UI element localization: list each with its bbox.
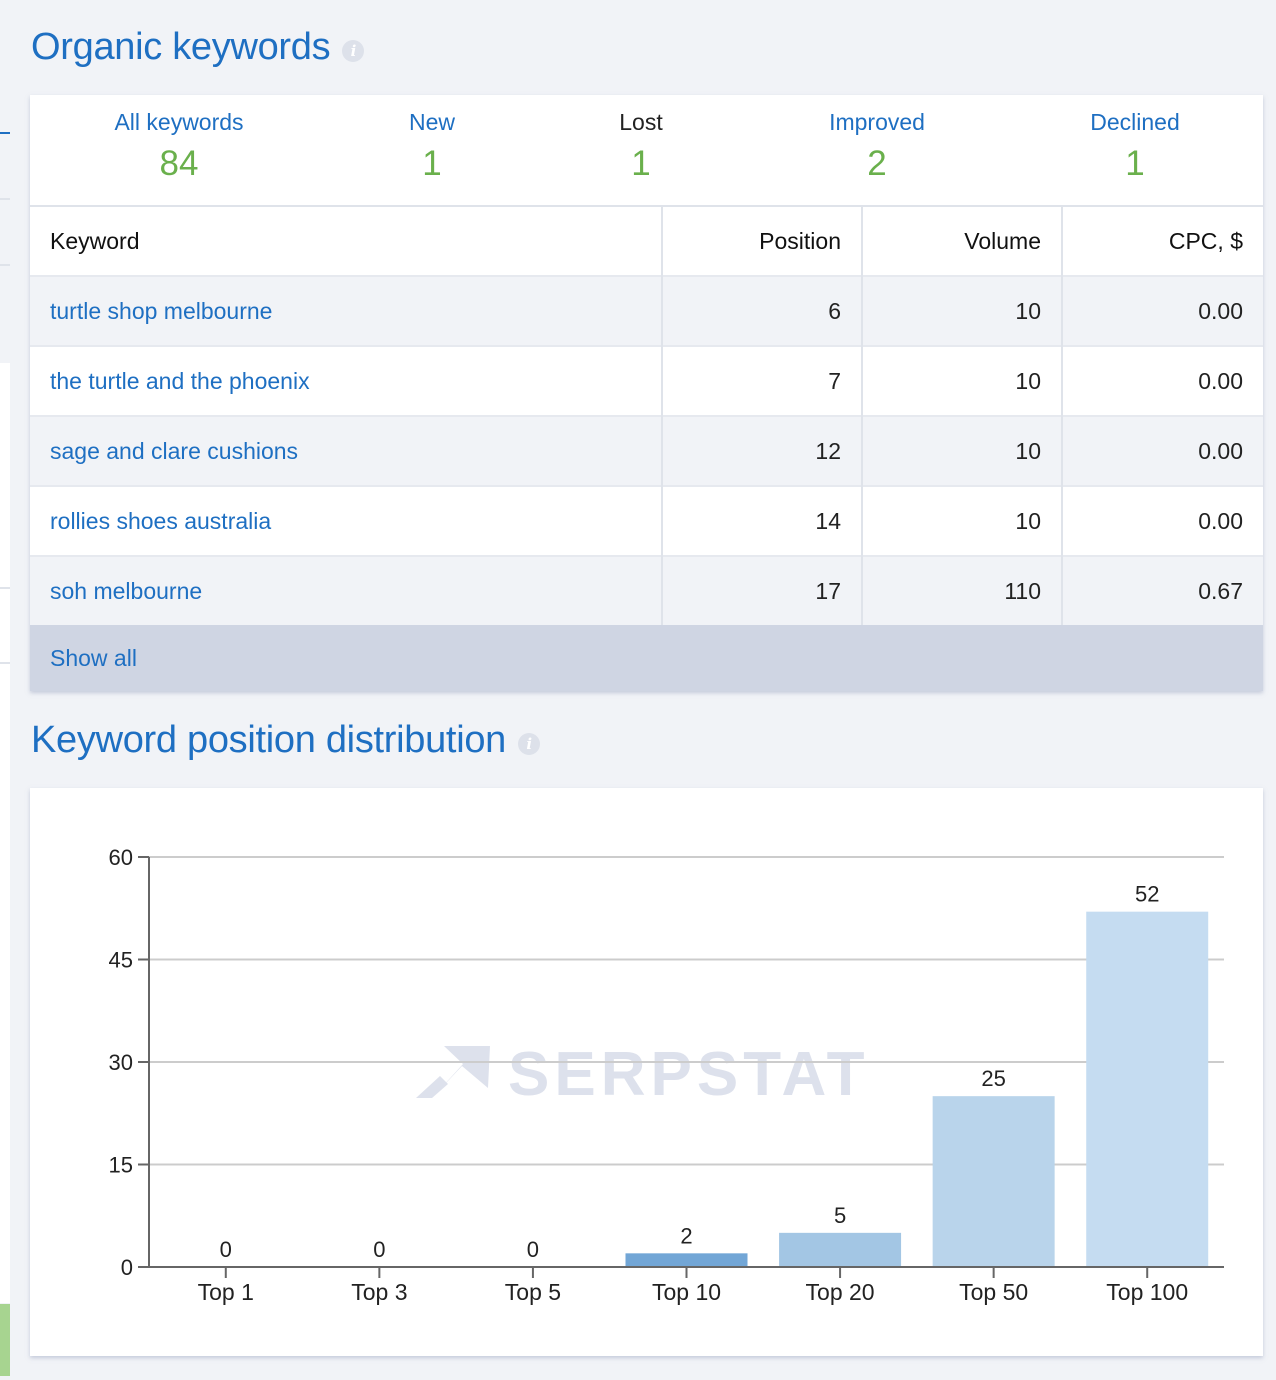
position-cell: 12 <box>662 415 863 486</box>
summary-lost[interactable]: Lost 1 <box>619 109 662 184</box>
keyword-link[interactable]: turtle shop melbourne <box>30 275 663 346</box>
summary-new[interactable]: New 1 <box>409 109 455 184</box>
watermark-text: SERPSTAT <box>508 1040 870 1109</box>
data-label: 2 <box>680 1223 692 1248</box>
position-cell: 6 <box>662 275 863 346</box>
x-tick-label: Top 10 <box>652 1279 721 1305</box>
data-label: 52 <box>1135 882 1159 907</box>
cpc-cell: 0.67 <box>1062 555 1263 625</box>
position-distribution-chart: SERPSTAT 0153045600Top 10Top 30Top 52Top… <box>109 845 1224 1305</box>
bar-top-50[interactable] <box>932 1096 1055 1267</box>
position-distribution-card: SERPSTAT 0 15 30 45 60 0 Top 1 0 Top 3 0 Top 5 2 Top… <box>30 788 1263 1356</box>
y-tick-label: 15 <box>109 1153 133 1178</box>
volume-cell: 10 <box>862 415 1063 486</box>
bar-top-10[interactable] <box>625 1253 748 1267</box>
summary-declined[interactable]: Declined 1 <box>1090 109 1180 184</box>
keyword-link[interactable]: rollies shoes australia <box>30 485 663 556</box>
bar-top-20[interactable] <box>779 1232 902 1267</box>
volume-cell: 10 <box>862 275 1063 346</box>
cpc-cell: 0.00 <box>1062 415 1263 486</box>
table-row: sage and clare cushions 12 10 0.00 <box>30 415 1263 486</box>
volume-cell: 10 <box>862 485 1063 556</box>
serpstat-logo-icon <box>416 1046 490 1098</box>
data-label: 0 <box>373 1237 385 1262</box>
bar-top-100[interactable] <box>1086 911 1209 1267</box>
table-row: soh melbourne 17 110 0.67 <box>30 555 1263 625</box>
sidebar-active-indicator <box>0 132 10 134</box>
sidebar-green-block <box>0 1304 10 1376</box>
column-header-cpc[interactable]: CPC, $ <box>1062 207 1263 276</box>
column-header-keyword[interactable]: Keyword <box>30 207 663 276</box>
summary-all-keywords[interactable]: All keywords 84 <box>114 109 243 184</box>
cpc-cell: 0.00 <box>1062 345 1263 416</box>
column-header-volume[interactable]: Volume <box>862 207 1063 276</box>
keyword-link[interactable]: sage and clare cushions <box>30 415 663 486</box>
table-row: turtle shop melbourne 6 10 0.00 <box>30 275 1263 346</box>
x-tick-label: Top 20 <box>806 1279 875 1305</box>
column-header-position[interactable]: Position <box>662 207 863 276</box>
y-tick-label: 45 <box>109 948 133 973</box>
sidebar-edge <box>0 0 10 1380</box>
info-icon[interactable]: i <box>518 732 541 755</box>
data-label: 0 <box>527 1237 539 1262</box>
volume-cell: 10 <box>862 345 1063 416</box>
keywords-table: Keyword Position Volume CPC, $ turtle sh… <box>30 207 1263 625</box>
y-tick-label: 60 <box>109 845 133 870</box>
y-tick-label: 0 <box>121 1255 133 1280</box>
show-all-button[interactable]: Show all <box>30 625 1263 691</box>
serpstat-watermark: SERPSTAT <box>416 1040 870 1109</box>
table-header-row: Keyword Position Volume CPC, $ <box>30 207 1263 276</box>
keyword-summary-tabs: All keywords 84 New 1 Lost 1 Improved 2 … <box>30 95 1263 207</box>
x-tick-label: Top 1 <box>198 1279 254 1305</box>
data-label: 0 <box>220 1237 232 1262</box>
position-distribution-title: Keyword position distribution i <box>31 719 541 762</box>
table-row: rollies shoes australia 14 10 0.00 <box>30 485 1263 556</box>
volume-cell: 110 <box>862 555 1063 625</box>
position-cell: 17 <box>662 555 863 625</box>
summary-improved[interactable]: Improved 2 <box>829 109 925 184</box>
keyword-link[interactable]: soh melbourne <box>30 555 663 625</box>
x-tick-label: Top 50 <box>959 1279 1028 1305</box>
organic-keywords-title: Organic keywords i <box>31 26 365 69</box>
x-tick-label: Top 3 <box>351 1279 407 1305</box>
x-tick-label: Top 100 <box>1106 1279 1188 1305</box>
organic-keywords-card: All keywords 84 New 1 Lost 1 Improved 2 … <box>30 95 1263 691</box>
keyword-link[interactable]: the turtle and the phoenix <box>30 345 663 416</box>
x-tick-label: Top 5 <box>505 1279 561 1305</box>
cpc-cell: 0.00 <box>1062 275 1263 346</box>
data-label: 5 <box>834 1203 846 1228</box>
y-tick-label: 30 <box>109 1050 133 1075</box>
cpc-cell: 0.00 <box>1062 485 1263 556</box>
data-label: 25 <box>981 1066 1005 1091</box>
info-icon[interactable]: i <box>342 39 365 62</box>
table-row: the turtle and the phoenix 7 10 0.00 <box>30 345 1263 416</box>
position-cell: 7 <box>662 345 863 416</box>
position-cell: 14 <box>662 485 863 556</box>
